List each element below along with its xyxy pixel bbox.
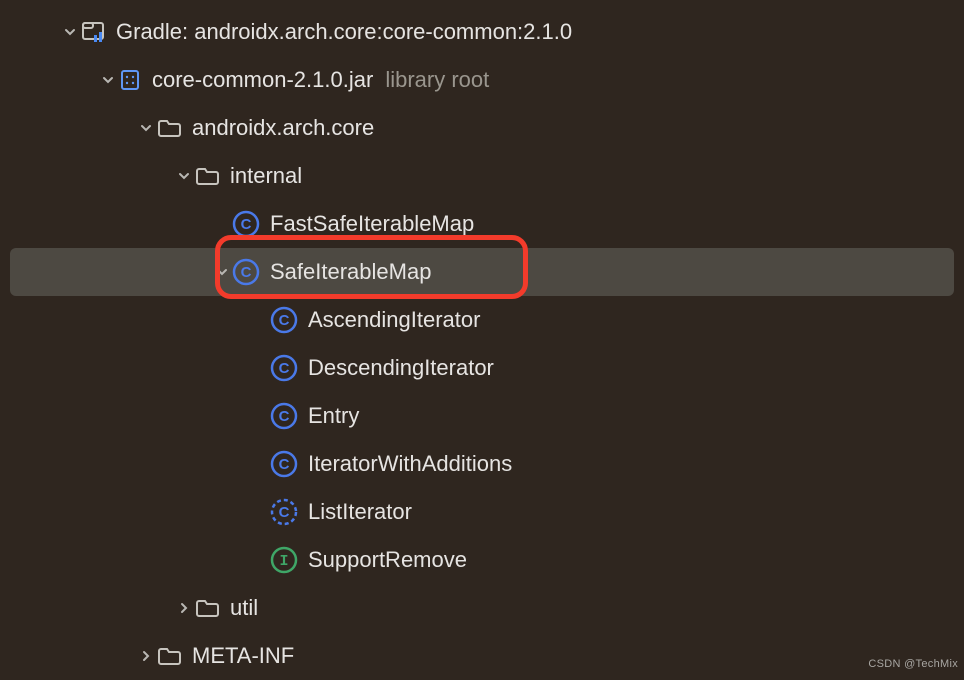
tree-item-class[interactable]: C Entry xyxy=(0,392,964,440)
chevron-down-icon[interactable] xyxy=(98,73,118,87)
svg-text:C: C xyxy=(279,360,290,377)
folder-icon xyxy=(156,115,182,141)
class-icon: C xyxy=(270,450,298,478)
svg-text:C: C xyxy=(241,264,252,281)
tree-item-label: androidx.arch.core xyxy=(192,115,374,141)
tree-item-label: core-common-2.1.0.jar xyxy=(152,67,373,93)
chevron-down-icon[interactable] xyxy=(60,25,80,39)
chevron-right-icon[interactable] xyxy=(136,649,156,663)
svg-text:C: C xyxy=(241,216,252,233)
chevron-down-icon[interactable] xyxy=(136,121,156,135)
tree-item-label: IteratorWithAdditions xyxy=(308,451,512,477)
tree-item-class[interactable]: C FastSafeIterableMap xyxy=(0,200,964,248)
tree-item-class[interactable]: C DescendingIterator xyxy=(0,344,964,392)
tree-item-suffix: library root xyxy=(385,67,489,93)
tree-item-folder-internal[interactable]: internal xyxy=(0,152,964,200)
svg-text:C: C xyxy=(279,312,290,329)
tree-item-jar[interactable]: core-common-2.1.0.jar library root xyxy=(0,56,964,104)
tree-item-folder-meta-inf[interactable]: META-INF xyxy=(0,632,964,680)
tree-item-label: Entry xyxy=(308,403,359,429)
chevron-right-icon[interactable] xyxy=(174,601,194,615)
svg-text:I: I xyxy=(279,553,288,570)
tree-item-label: SafeIterableMap xyxy=(270,259,431,285)
tree-item-label: AscendingIterator xyxy=(308,307,480,333)
tree-item-class[interactable]: I SupportRemove xyxy=(0,536,964,584)
tree-item-folder-util[interactable]: util xyxy=(0,584,964,632)
tree-item-class[interactable]: C AscendingIterator xyxy=(0,296,964,344)
tree-item-class[interactable]: C IteratorWithAdditions xyxy=(0,440,964,488)
class-icon: C xyxy=(232,210,260,238)
class-icon: C xyxy=(270,306,298,334)
tree-item-label: util xyxy=(230,595,258,621)
chevron-down-icon[interactable] xyxy=(212,265,232,279)
tree-item-label: internal xyxy=(230,163,302,189)
project-tree[interactable]: Gradle: androidx.arch.core:core-common:2… xyxy=(0,0,964,680)
folder-icon xyxy=(156,643,182,669)
svg-text:C: C xyxy=(279,504,290,521)
tree-item-library-root[interactable]: Gradle: androidx.arch.core:core-common:2… xyxy=(0,8,964,56)
tree-item-label: Gradle: androidx.arch.core:core-common:2… xyxy=(116,19,572,45)
class-icon: C xyxy=(232,258,260,286)
tree-item-class[interactable]: C SafeIterableMap xyxy=(10,248,954,296)
class-icon: C xyxy=(270,354,298,382)
tree-item-package[interactable]: androidx.arch.core xyxy=(0,104,964,152)
library-icon xyxy=(80,19,106,45)
folder-icon xyxy=(194,595,220,621)
svg-text:C: C xyxy=(279,408,290,425)
chevron-down-icon[interactable] xyxy=(174,169,194,183)
tree-item-label: META-INF xyxy=(192,643,294,669)
tree-item-label: FastSafeIterableMap xyxy=(270,211,474,237)
tree-item-label: SupportRemove xyxy=(308,547,467,573)
tree-item-label: ListIterator xyxy=(308,499,412,525)
folder-icon xyxy=(194,163,220,189)
tree-item-label: DescendingIterator xyxy=(308,355,494,381)
class-list: C FastSafeIterableMap C SafeIterableMap C Asc… xyxy=(0,200,964,584)
interface-icon: I xyxy=(270,546,298,574)
class-icon: C xyxy=(270,402,298,430)
abstract-class-icon: C xyxy=(270,498,298,526)
svg-text:C: C xyxy=(279,456,290,473)
tree-item-class[interactable]: C ListIterator xyxy=(0,488,964,536)
watermark-text: CSDN @TechMix xyxy=(868,658,958,670)
jar-icon xyxy=(118,68,142,92)
